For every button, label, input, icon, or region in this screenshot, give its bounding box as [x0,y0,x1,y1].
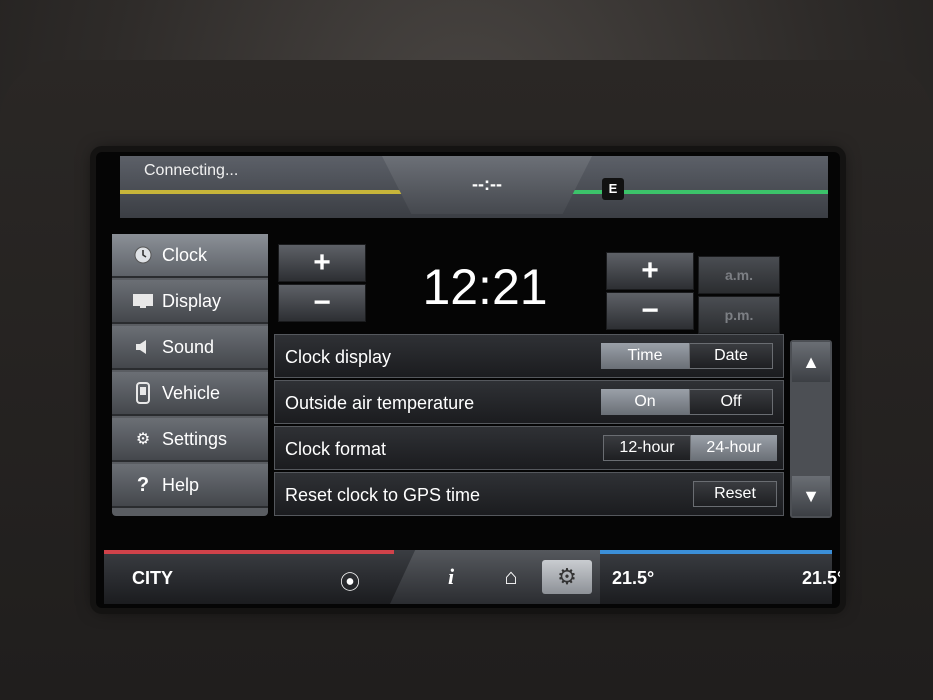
left-temperature: 21.5° [612,568,655,588]
clock-format-24-hour-option[interactable]: 24-hour [691,435,777,461]
speaker-icon [132,336,154,358]
signal-icon: ⦿ [340,572,360,594]
sidebar-item-display[interactable]: Display [112,280,268,324]
sidebar-item-settings[interactable]: ⚙ Settings [112,418,268,462]
hour-minus-button[interactable]: − [278,284,366,322]
minute-plus-button[interactable]: + [606,252,694,290]
bottom-stripe-red [104,550,394,554]
top-status-bar: Connecting... --:-- E [120,156,828,218]
setting-row-outside-air-temperature: Outside air temperature On Off [274,380,784,424]
status-stripe-yellow [120,190,410,194]
top-clock: --:-- [472,174,502,194]
clock-format-12-hour-option[interactable]: 12-hour [603,435,691,461]
setting-label: Clock display [285,347,392,367]
phone-icon [132,382,154,404]
infotainment-screen: Connecting... --:-- E Clock Display Soun… [96,152,840,608]
sidebar-item-label: Help [162,474,200,495]
sidebar-item-label: Settings [162,428,228,449]
setting-row-reset-gps-time: Reset clock to GPS time Reset [274,472,784,516]
sidebar-item-label: Vehicle [162,382,221,403]
scroll-up-button[interactable]: ▲ [792,342,830,382]
status-stripe-green [558,190,828,194]
bottom-bar: CITY ⦿ i ⌂ ⚙ 21.5° 21.5° [104,550,840,604]
setting-label: Reset clock to GPS time [285,485,481,505]
am-button[interactable]: a.m. [698,256,780,294]
clock-icon [132,244,154,266]
display-icon [132,290,154,312]
gear-icon: ⚙ [135,431,151,448]
outside-temp-off-option[interactable]: Off [689,389,773,415]
top-clock-notch: --:-- [382,156,592,214]
ev-icon: E [602,178,624,200]
sidebar-item-label: Display [162,290,222,311]
bottom-tab-group: i ⌂ ⚙ [390,550,600,604]
sidebar-item-label: Sound [162,336,215,357]
pm-button[interactable]: p.m. [698,296,780,334]
settings-sidebar: Clock Display Sound Vehicle ⚙ Settings ? [112,234,268,516]
scroll-down-button[interactable]: ▼ [792,476,830,516]
home-tab[interactable]: ⌂ [486,560,536,594]
outside-temp-on-option[interactable]: On [601,389,689,415]
bottom-stripe-blue [582,550,832,554]
setting-label: Clock format [285,439,387,459]
setting-label: Outside air temperature [285,393,475,413]
right-temperature: 21.5° [802,568,840,588]
info-tab[interactable]: i [426,560,476,594]
sidebar-item-sound[interactable]: Sound [112,326,268,370]
setting-row-clock-display: Clock display Time Date [274,334,784,378]
clock-time-display: 12:21 [422,259,548,315]
reset-clock-button[interactable]: Reset [693,481,777,507]
hour-plus-button[interactable]: + [278,244,366,282]
info-icon: i [447,564,455,589]
clock-display-time-option[interactable]: Time [601,343,689,369]
sidebar-item-vehicle[interactable]: Vehicle [112,372,268,416]
clock-display-date-option[interactable]: Date [689,343,773,369]
settings-scrollbar[interactable]: ▲ ▼ [790,340,832,518]
home-icon: ⌂ [504,564,518,589]
setting-row-clock-format: Clock format 12-hour 24-hour [274,426,784,470]
gear-icon: ⚙ [557,564,577,589]
minute-minus-button[interactable]: − [606,292,694,330]
sidebar-item-help[interactable]: ? Help [112,464,268,508]
connection-status: Connecting... [144,162,239,179]
sidebar-item-clock[interactable]: Clock [112,234,268,278]
settings-tab[interactable]: ⚙ [542,560,592,594]
drive-mode-label: CITY [132,568,174,588]
sidebar-item-label: Clock [162,244,208,265]
help-icon: ? [136,473,150,496]
